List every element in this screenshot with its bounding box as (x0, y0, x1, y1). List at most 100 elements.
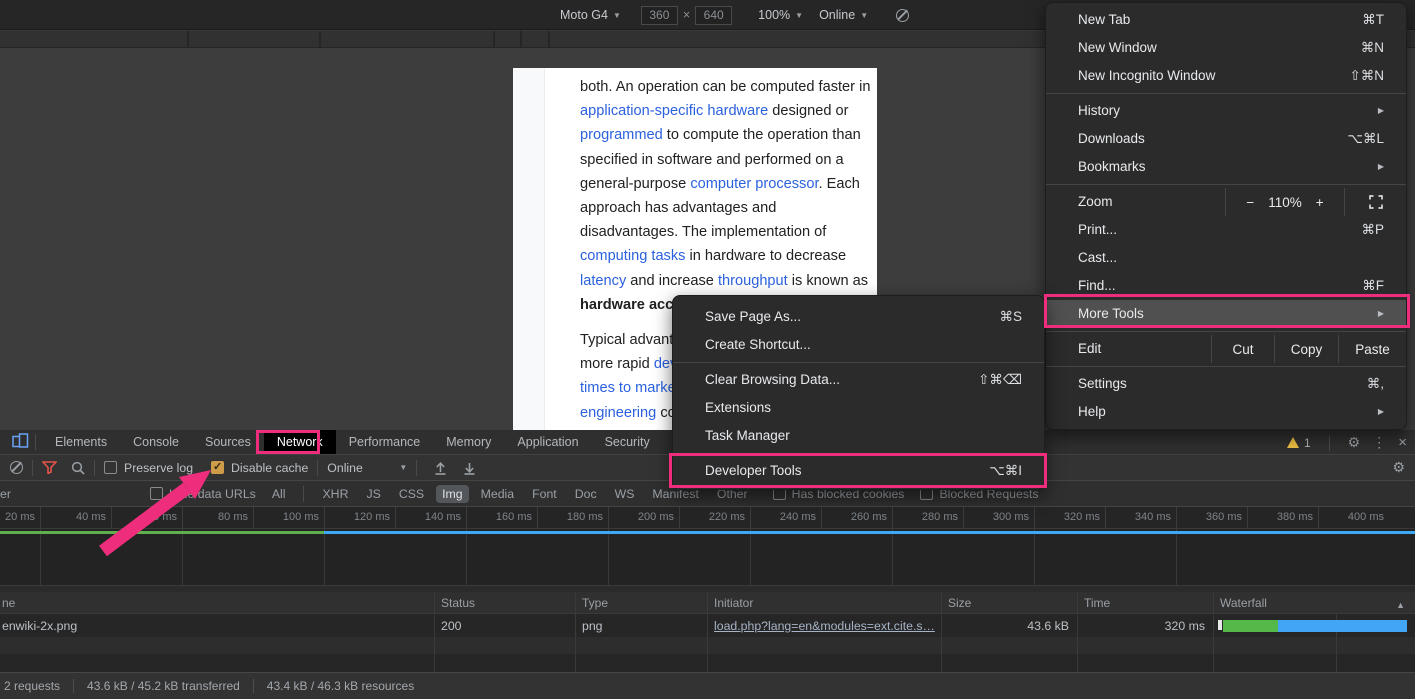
divider (673, 453, 1044, 454)
timeline-tick-label: 320 ms (1044, 511, 1100, 523)
menu-item-extensions[interactable]: Extensions (673, 394, 1044, 422)
article-gutter (513, 68, 545, 430)
column-initiator[interactable]: Initiator (707, 596, 941, 610)
tab-memory[interactable]: Memory (433, 430, 504, 454)
copy-button[interactable]: Copy (1274, 335, 1338, 363)
filter-ws[interactable]: WS (609, 485, 641, 503)
column-time[interactable]: Time (1077, 596, 1213, 610)
paste-button[interactable]: Paste (1338, 335, 1406, 363)
menu-item-cast[interactable]: Cast... (1046, 244, 1406, 272)
throttling-select[interactable]: Online ▼ (819, 8, 868, 22)
article-link[interactable]: computing tasks (580, 248, 685, 264)
article-link[interactable]: engineering (580, 405, 656, 421)
column-waterfall[interactable]: Waterfall ▲ (1213, 596, 1415, 610)
filter-doc[interactable]: Doc (569, 485, 603, 503)
divider (253, 679, 254, 693)
menu-item-task-manager[interactable]: Task Manager (673, 422, 1044, 450)
menu-item-settings[interactable]: Settings⌘, (1046, 370, 1406, 398)
edit-label: Edit (1046, 335, 1211, 363)
preserve-log-checkbox[interactable]: Preserve log (104, 461, 193, 475)
throttling-dropdown[interactable]: Online ▼ (327, 461, 407, 475)
zoom-in-button[interactable]: + (1316, 195, 1324, 210)
initiator-link[interactable]: load.php?lang=en&modules=ext.cite.s… (714, 619, 935, 633)
filter-font[interactable]: Font (526, 485, 563, 503)
filter-all[interactable]: All (266, 485, 292, 503)
menu-item-clear-browsing-data[interactable]: Clear Browsing Data...⇧⌘⌫ (673, 366, 1044, 394)
disable-cache-checkbox[interactable]: Disable cache (211, 461, 308, 475)
tab-elements[interactable]: Elements (42, 430, 120, 454)
timeline-tick-label: 160 ms (476, 511, 532, 523)
menu-item-find[interactable]: Find...⌘F (1046, 272, 1406, 300)
menu-item-new-window[interactable]: New Window⌘N (1046, 34, 1406, 62)
tab-application[interactable]: Application (504, 430, 591, 454)
article-link[interactable]: latency (580, 273, 626, 289)
device-select[interactable]: Moto G4 ▼ (560, 8, 621, 22)
column-status[interactable]: Status (434, 596, 575, 610)
column-divider[interactable] (434, 592, 435, 672)
filter-xhr[interactable]: XHR (316, 485, 354, 503)
no-throttling-icon[interactable] (896, 9, 909, 22)
menu-item-more-tools[interactable]: More Tools▶ (1046, 300, 1406, 328)
filter-input[interactable]: er (0, 487, 150, 501)
column-type[interactable]: Type (575, 596, 707, 610)
menu-item-history[interactable]: History▶ (1046, 97, 1406, 125)
article-link[interactable]: application-specific hardware (580, 103, 768, 119)
import-har-icon[interactable] (434, 461, 447, 475)
gear-icon[interactable]: ⚙ (1392, 459, 1405, 476)
clear-network-log-icon[interactable] (10, 461, 23, 474)
filter-img[interactable]: Img (436, 485, 469, 503)
divider (94, 460, 95, 476)
cut-button[interactable]: Cut (1211, 335, 1274, 363)
close-icon[interactable]: × (1398, 434, 1407, 451)
column-divider[interactable] (1213, 592, 1214, 672)
filter-css[interactable]: CSS (393, 485, 430, 503)
gear-icon[interactable]: ⚙ (1348, 434, 1361, 451)
network-overview[interactable] (0, 529, 1415, 586)
filter-funnel-icon[interactable] (42, 461, 57, 474)
filter-js[interactable]: JS (360, 485, 386, 503)
fullscreen-button[interactable] (1344, 188, 1406, 216)
column-divider[interactable] (1077, 592, 1078, 672)
menu-item-label: Bookmarks (1078, 153, 1378, 181)
kebab-menu-icon[interactable]: ⋮ (1372, 434, 1386, 451)
browser-menu: New Tab⌘T New Window⌘N New Incognito Win… (1045, 2, 1407, 430)
timeline-tick-label: 200 ms (618, 511, 674, 523)
preserve-log-label: Preserve log (124, 461, 193, 475)
article-link[interactable]: throughput (718, 273, 788, 289)
divider (1329, 435, 1330, 451)
zoom-select[interactable]: 100% ▼ (758, 8, 803, 22)
export-har-icon[interactable] (463, 461, 476, 475)
tab-performance[interactable]: Performance (336, 430, 434, 454)
tab-sources[interactable]: Sources (192, 430, 264, 454)
tab-security[interactable]: Security (592, 430, 663, 454)
menu-item-new-incognito-window[interactable]: New Incognito Window⇧⌘N (1046, 62, 1406, 90)
column-divider[interactable] (941, 592, 942, 672)
warning-counter[interactable]: 1 (1287, 436, 1311, 450)
menu-item-help[interactable]: Help▶ (1046, 398, 1406, 426)
hide-data-urls-checkbox[interactable] (150, 487, 163, 500)
menu-item-downloads[interactable]: Downloads⌥⌘L (1046, 125, 1406, 153)
menu-item-new-tab[interactable]: New Tab⌘T (1046, 6, 1406, 34)
menu-item-developer-tools[interactable]: Developer Tools⌥⌘I (673, 457, 1044, 485)
device-toolbar-toggle-icon[interactable] (12, 433, 29, 451)
menu-item-create-shortcut[interactable]: Create Shortcut... (673, 331, 1044, 359)
column-divider[interactable] (707, 592, 708, 672)
tab-console[interactable]: Console (120, 430, 192, 454)
column-name[interactable]: ne (0, 596, 434, 610)
article-link[interactable]: computer processor (690, 176, 818, 192)
article-link[interactable]: programmed (580, 127, 663, 143)
filter-media[interactable]: Media (475, 485, 521, 503)
menu-item-save-page-as[interactable]: Save Page As...⌘S (673, 303, 1044, 331)
tab-network[interactable]: Network (264, 430, 336, 454)
menu-item-bookmarks[interactable]: Bookmarks▶ (1046, 153, 1406, 181)
viewport-height-input[interactable]: 640 (695, 6, 732, 25)
zoom-out-button[interactable]: − (1246, 195, 1254, 210)
menu-item-print[interactable]: Print...⌘P (1046, 216, 1406, 244)
menu-item-label: Task Manager (705, 422, 1022, 450)
column-size[interactable]: Size (941, 596, 1077, 610)
column-divider[interactable] (575, 592, 576, 672)
viewport-width-input[interactable]: 360 (641, 6, 678, 25)
article-link[interactable]: times to market (580, 380, 680, 396)
timeline-tick-label: 20 ms (0, 511, 35, 523)
search-icon[interactable] (71, 461, 85, 475)
